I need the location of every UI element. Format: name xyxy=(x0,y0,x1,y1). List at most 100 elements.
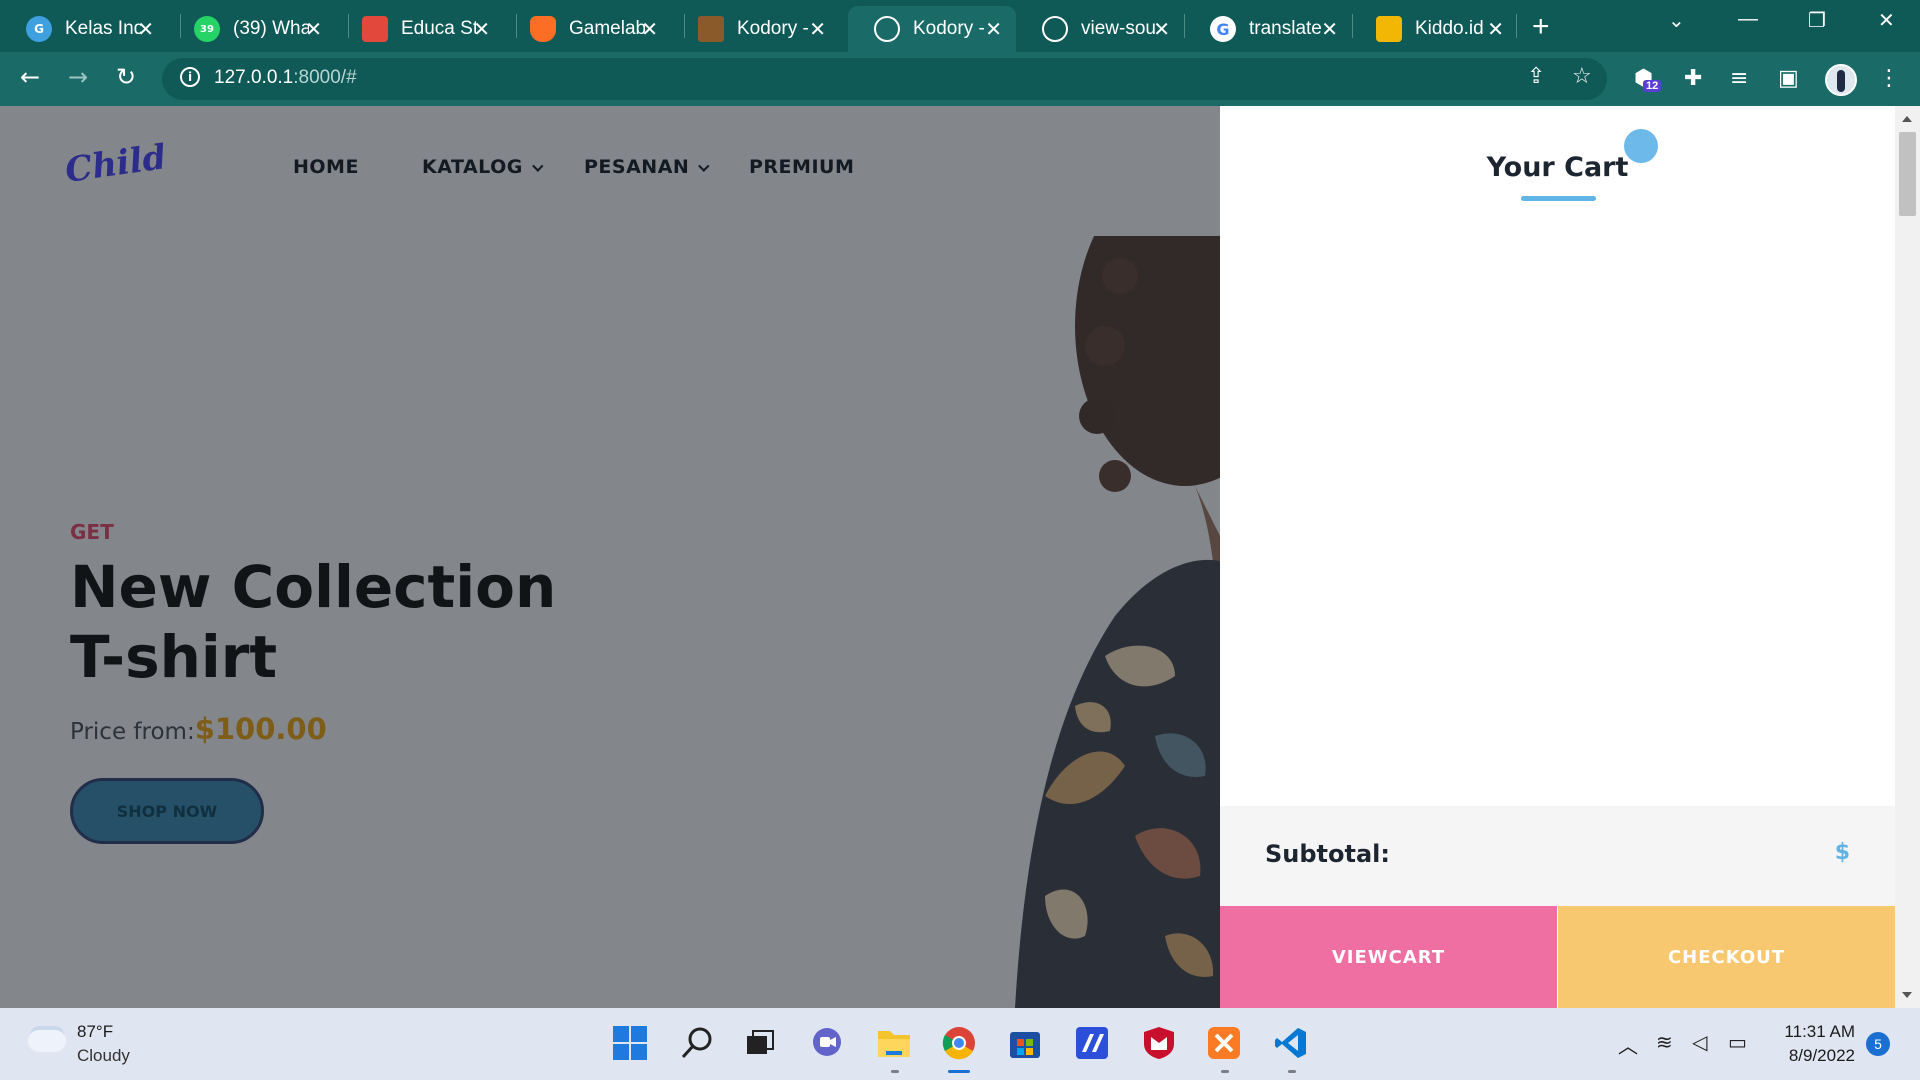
url-text[interactable]: 127.0.0.1:8000/# xyxy=(214,67,357,89)
mcafee-icon[interactable] xyxy=(1140,1024,1178,1062)
url-path: :8000/# xyxy=(293,67,357,88)
share-icon[interactable]: ⇪ xyxy=(1527,64,1545,89)
close-icon[interactable]: ✕ xyxy=(1487,17,1504,42)
running-indicator xyxy=(891,1070,899,1073)
address-bar[interactable]: i 127.0.0.1:8000/# ⇪ ☆ xyxy=(162,58,1607,100)
weather-condition[interactable]: Cloudy xyxy=(77,1046,130,1066)
shield-icon xyxy=(1144,1027,1174,1059)
kiddo-favicon xyxy=(1376,16,1402,42)
new-tab-button[interactable]: + xyxy=(1532,10,1550,44)
show-hidden-icons-icon[interactable]: ︿ xyxy=(1618,1030,1638,1059)
vscode-logo-icon xyxy=(1275,1028,1306,1058)
kodory-favicon xyxy=(698,16,724,42)
tab-kiddo[interactable]: Kiddo.id ✕ xyxy=(1350,6,1518,52)
media-controls-icon[interactable]: ≡ xyxy=(1730,66,1748,91)
forward-icon[interactable]: → xyxy=(68,63,88,91)
more-menu-icon[interactable]: ⋮ xyxy=(1878,66,1900,91)
tab-title: Educa St xyxy=(401,18,477,39)
windows-logo-icon xyxy=(613,1026,647,1060)
nav-pesanan[interactable]: PESANAN xyxy=(584,156,710,178)
windows-taskbar: 87°F Cloudy ︿ ≋ ◁ ▭ 11:31 AM 8/9/2022 5 xyxy=(0,1008,1920,1080)
close-icon[interactable]: ✕ xyxy=(985,17,1002,42)
close-icon[interactable]: ✕ xyxy=(473,17,490,42)
minimize-icon[interactable]: — xyxy=(1738,8,1758,31)
clock-date[interactable]: 8/9/2022 xyxy=(1789,1046,1855,1066)
whatsapp-favicon: 39 xyxy=(194,16,220,42)
page-scrollbar[interactable] xyxy=(1895,106,1920,1008)
nav-katalog[interactable]: KATALOG xyxy=(422,156,544,178)
window-close-icon[interactable]: ✕ xyxy=(1878,8,1895,33)
cloud-icon[interactable] xyxy=(28,1030,66,1052)
task-view-glyph-icon xyxy=(747,1030,774,1054)
close-icon[interactable]: ✕ xyxy=(137,17,154,42)
hero-section: Child HOME KATALOG PESANAN PREMIUM GET N… xyxy=(0,106,1220,1008)
xampp-icon[interactable] xyxy=(1205,1024,1243,1062)
reload-icon[interactable]: ↻ xyxy=(116,63,136,91)
tab-gamelab[interactable]: Gamelab ✕ xyxy=(504,6,672,52)
nav-label: HOME xyxy=(293,156,359,178)
price-label: Price from: xyxy=(70,719,195,745)
cart-title: Your Cart xyxy=(1486,152,1629,183)
scroll-up-icon[interactable] xyxy=(1902,116,1912,122)
vscode-icon[interactable] xyxy=(1272,1024,1310,1062)
file-explorer-icon[interactable] xyxy=(875,1024,913,1062)
tab-view-source[interactable]: view-sou ✕ xyxy=(1016,6,1184,52)
close-icon[interactable]: ✕ xyxy=(641,17,658,42)
extensions-puzzle-icon[interactable]: ✚ xyxy=(1684,66,1702,91)
tab-title: Kiddo.id xyxy=(1415,18,1484,39)
close-icon[interactable]: ✕ xyxy=(1153,17,1170,42)
tab-title: Kodory - xyxy=(913,18,985,39)
tab-search-chevron-icon[interactable]: ⌄ xyxy=(1668,8,1685,33)
scrollbar-thumb[interactable] xyxy=(1899,132,1916,216)
bookmark-star-icon[interactable]: ☆ xyxy=(1572,64,1592,89)
running-indicator xyxy=(1288,1070,1296,1073)
wifi-icon[interactable]: ≋ xyxy=(1656,1030,1673,1054)
viewcart-button[interactable]: VIEWCART xyxy=(1220,906,1557,1008)
restore-icon[interactable]: ❐ xyxy=(1808,8,1826,33)
profile-avatar[interactable] xyxy=(1825,64,1857,96)
battery-icon[interactable]: ▭ xyxy=(1728,1030,1747,1054)
task-view-icon[interactable] xyxy=(741,1024,779,1062)
globe-favicon xyxy=(874,16,900,42)
close-icon[interactable]: ✕ xyxy=(1321,17,1338,42)
educa-favicon xyxy=(362,16,388,42)
globe-favicon xyxy=(1042,16,1068,42)
ms-store-icon[interactable] xyxy=(1006,1024,1044,1062)
hero-headline: New Collection T-shirt xyxy=(70,552,670,692)
tab-educa[interactable]: Educa St ✕ xyxy=(336,6,504,52)
blue-app-icon xyxy=(1076,1027,1108,1059)
clock-time[interactable]: 11:31 AM xyxy=(1784,1022,1855,1042)
kelas-favicon: G xyxy=(26,16,52,42)
site-info-icon[interactable]: i xyxy=(180,67,200,87)
windows-start-icon[interactable] xyxy=(611,1024,649,1062)
hero-headline-line1: New Collection xyxy=(70,553,557,621)
price-value: $100.00 xyxy=(194,712,327,746)
chrome-icon[interactable] xyxy=(940,1024,978,1062)
tab-kodory-1[interactable]: Kodory - ✕ xyxy=(672,6,840,52)
close-icon[interactable]: ✕ xyxy=(305,17,322,42)
running-indicator xyxy=(1221,1070,1229,1073)
tab-kodory-active[interactable]: Kodory - ✕ xyxy=(848,6,1016,52)
google-favicon: G xyxy=(1210,16,1236,42)
page-viewport: Child HOME KATALOG PESANAN PREMIUM GET N… xyxy=(0,106,1920,1008)
tab-title: (39) Wha xyxy=(233,18,309,39)
tab-whatsapp[interactable]: 39 (39) Wha ✕ xyxy=(168,6,336,52)
checkout-button[interactable]: CHECKOUT xyxy=(1558,906,1895,1008)
search-icon[interactable] xyxy=(678,1024,716,1062)
weather-temperature[interactable]: 87°F xyxy=(77,1022,113,1042)
tab-translate[interactable]: G translate ✕ xyxy=(1184,6,1352,52)
teams-chat-icon[interactable] xyxy=(808,1024,846,1062)
notification-badge[interactable]: 5 xyxy=(1866,1032,1890,1056)
shop-now-button[interactable]: SHOP NOW xyxy=(70,778,264,844)
scroll-down-icon[interactable] xyxy=(1902,992,1912,998)
side-panel-icon[interactable]: ▣ xyxy=(1778,66,1799,91)
back-icon[interactable]: ← xyxy=(20,63,40,91)
app-icon[interactable] xyxy=(1073,1024,1111,1062)
tab-kelas[interactable]: G Kelas Ind ✕ xyxy=(0,6,168,52)
hero-kicker: GET xyxy=(70,520,114,544)
close-icon[interactable]: ✕ xyxy=(809,17,826,42)
volume-icon[interactable]: ◁ xyxy=(1692,1030,1707,1054)
gitlab-favicon xyxy=(530,16,556,42)
nav-home[interactable]: HOME xyxy=(293,156,359,178)
nav-premium[interactable]: PREMIUM xyxy=(749,156,854,178)
